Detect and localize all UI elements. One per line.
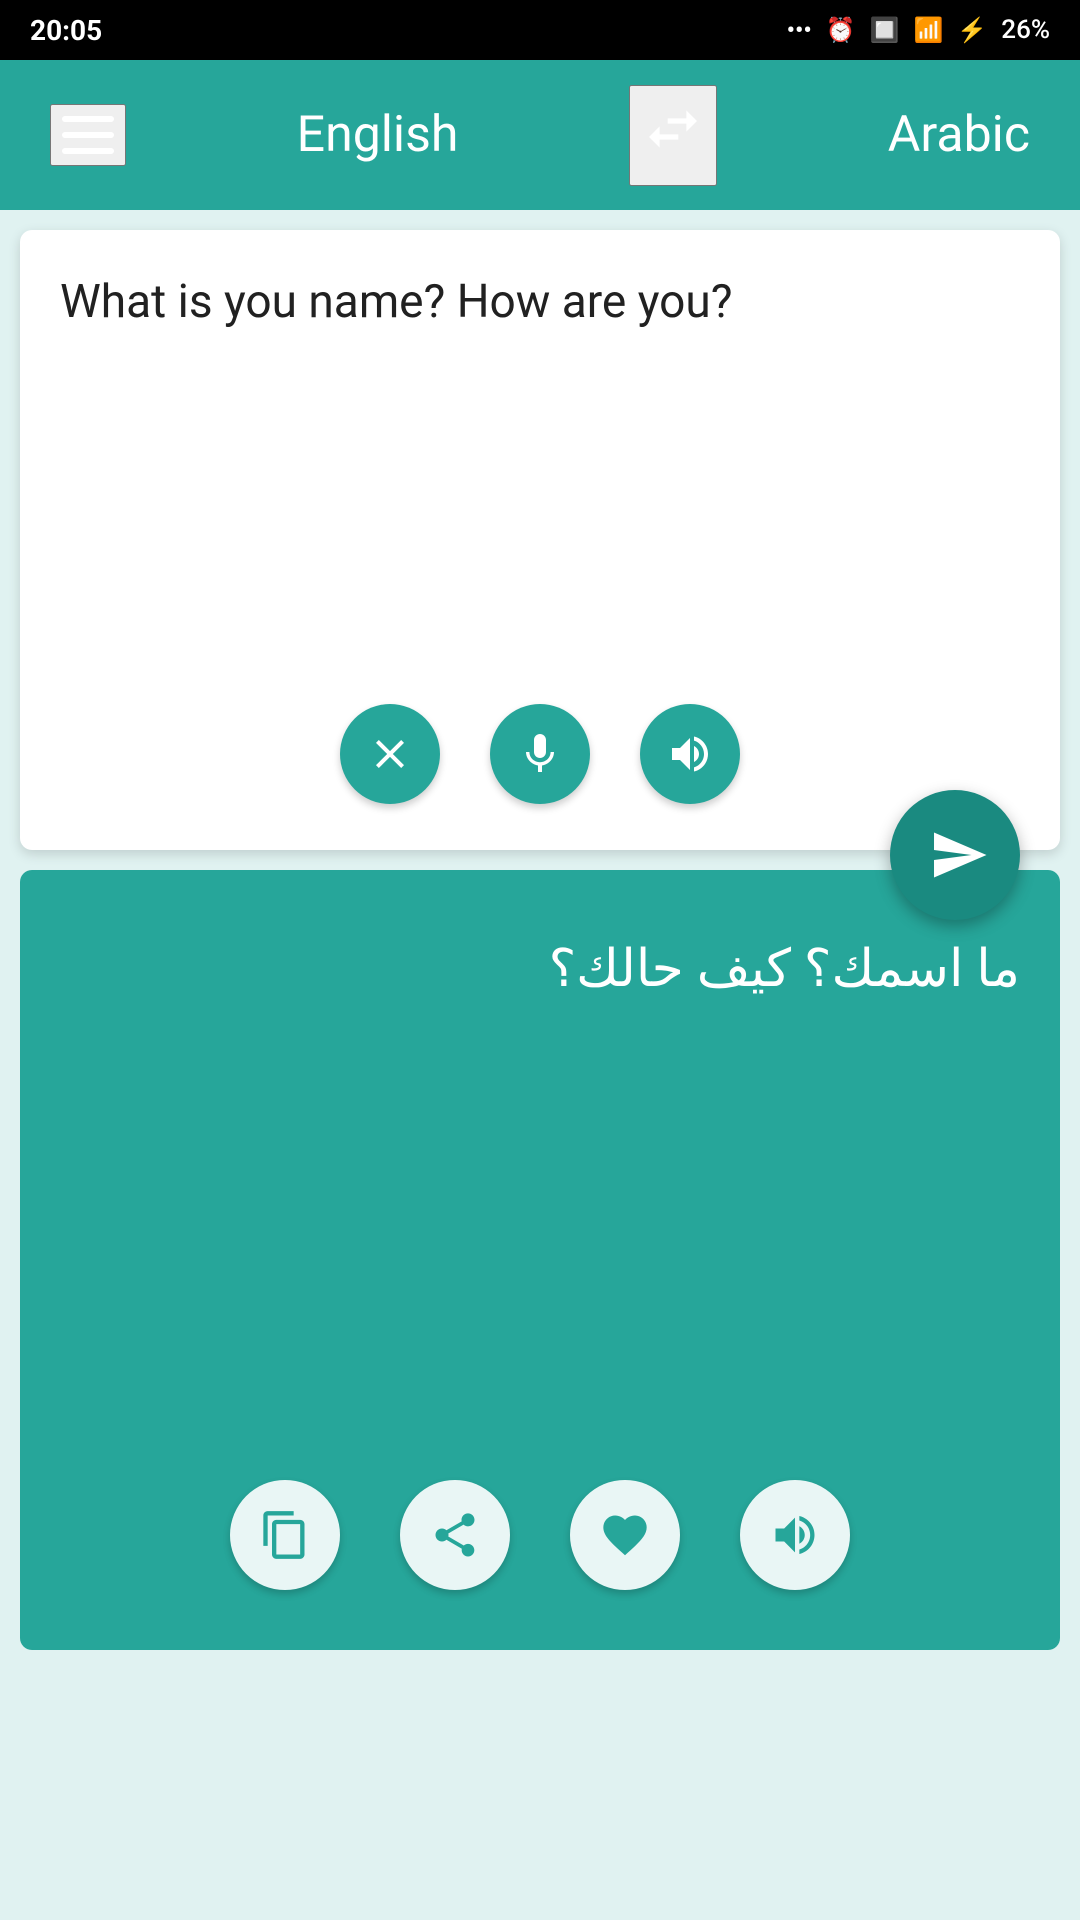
menu-line-3: [62, 148, 114, 154]
sim-icon: 🔲: [870, 16, 900, 44]
share-button[interactable]: [400, 1480, 510, 1590]
copy-icon: [259, 1509, 311, 1561]
translate-button[interactable]: [890, 790, 1020, 920]
charging-icon: ⚡: [957, 16, 987, 44]
top-nav-bar: English Arabic: [0, 60, 1080, 210]
more-icon: •••: [787, 16, 812, 44]
menu-line-1: [62, 116, 114, 122]
menu-button[interactable]: [50, 104, 126, 166]
clear-button[interactable]: [340, 704, 440, 804]
translated-text: ما اسمك؟ كيف حالك؟: [60, 930, 1020, 1008]
volume-up-icon: [769, 1509, 821, 1561]
swap-languages-button[interactable]: [629, 85, 717, 186]
source-text-input[interactable]: [60, 270, 1020, 670]
microphone-button[interactable]: [490, 704, 590, 804]
input-section: [20, 230, 1060, 850]
microphone-icon: [516, 730, 564, 778]
target-language-label[interactable]: Arabic: [888, 106, 1030, 164]
speak-source-button[interactable]: [640, 704, 740, 804]
battery-display: 26%: [1001, 15, 1050, 45]
translation-controls: [20, 1480, 1060, 1590]
favorite-button[interactable]: [570, 1480, 680, 1590]
signal-icon: 📶: [914, 16, 944, 44]
status-bar: 20:05 ••• ⏰ 🔲 📶 ⚡ 26%: [0, 0, 1080, 60]
speak-translation-button[interactable]: [740, 1480, 850, 1590]
copy-button[interactable]: [230, 1480, 340, 1590]
time-display: 20:05: [30, 14, 102, 47]
source-language-label[interactable]: English: [297, 106, 459, 164]
menu-line-2: [62, 132, 114, 138]
close-icon: [366, 730, 414, 778]
translation-section: ما اسمك؟ كيف حالك؟: [20, 870, 1060, 1650]
share-icon: [429, 1509, 481, 1561]
send-icon: [929, 825, 989, 885]
status-icons: ••• ⏰ 🔲 📶 ⚡ 26%: [787, 15, 1050, 45]
input-controls: [60, 704, 1020, 804]
volume-icon: [666, 730, 714, 778]
swap-icon: [641, 97, 705, 174]
heart-icon: [599, 1509, 651, 1561]
alarm-icon: ⏰: [826, 16, 856, 44]
